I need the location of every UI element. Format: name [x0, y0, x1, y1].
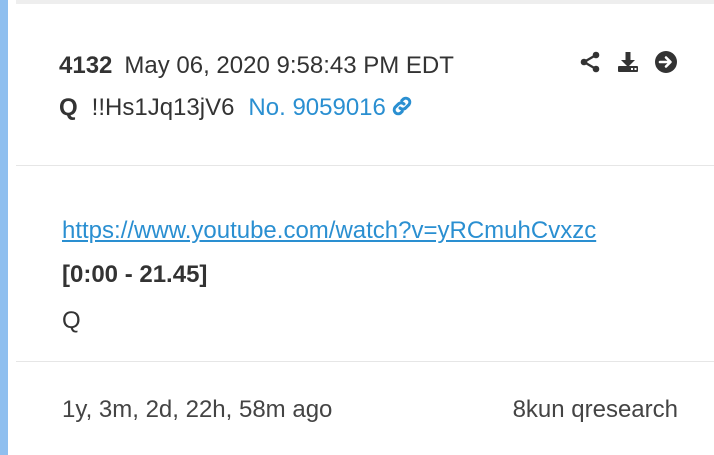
signature-text: Q: [62, 307, 81, 334]
post-actions: [578, 50, 678, 74]
post-number: 4132: [59, 52, 113, 79]
share-icon[interactable]: [578, 50, 602, 74]
link-icon[interactable]: [390, 94, 414, 127]
youtube-link[interactable]: https://www.youtube.com/watch?v=yRCmuhCv…: [62, 215, 596, 247]
download-icon[interactable]: [616, 50, 640, 74]
post-age: 1y, 3m, 2d, 22h, 58m ago: [62, 396, 333, 423]
post-source: 8kun qresearch: [512, 396, 678, 423]
time-range-text: [0:00 - 21.45]: [62, 261, 208, 288]
post-tripcode: !!Hs1Jq13jV6: [91, 94, 235, 121]
post-card: 4132 May 06, 2020 9:58:43 PM EDT Q !!Hs1Jq…: [0, 0, 714, 455]
post-meta-row: 4132 May 06, 2020 9:58:43 PM EDT: [59, 50, 454, 82]
post-header: 4132 May 06, 2020 9:58:43 PM EDT Q !!Hs1Jq…: [16, 0, 714, 166]
post-footer: 1y, 3m, 2d, 22h, 58m ago 8kun qresearch: [16, 362, 714, 455]
post-author-row: Q !!Hs1Jq13jV6 No. 9059016: [59, 92, 414, 127]
post-number-link-label: No. 9059016: [248, 94, 386, 121]
post-datetime: May 06, 2020 9:58:43 PM EDT: [124, 52, 454, 79]
post-body: https://www.youtube.com/watch?v=yRCmuhCv…: [16, 165, 714, 362]
arrow-right-circle-icon[interactable]: [654, 50, 678, 74]
post-number-link[interactable]: No. 9059016: [248, 94, 413, 121]
post-author: Q: [59, 94, 78, 121]
